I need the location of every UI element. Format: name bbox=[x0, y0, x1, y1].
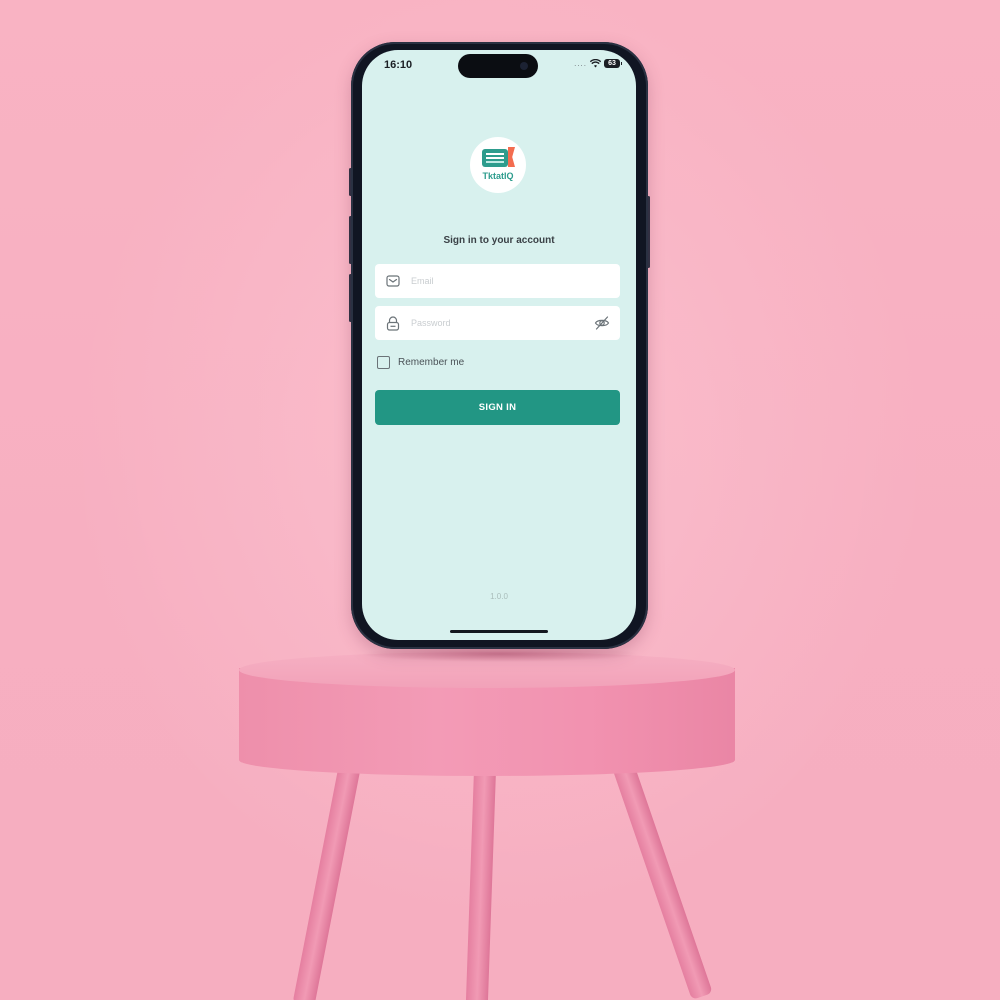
app-version: 1.0.0 bbox=[490, 592, 508, 601]
status-time: 16:10 bbox=[384, 59, 413, 71]
remember-label: Remember me bbox=[398, 357, 465, 368]
camera-icon bbox=[520, 62, 528, 70]
remember-checkbox[interactable] bbox=[377, 356, 390, 369]
password-input[interactable] bbox=[409, 317, 583, 329]
home-indicator[interactable] bbox=[450, 630, 548, 633]
battery-icon: 63 bbox=[604, 59, 622, 68]
phone-screen: 16:10 .... 63 TktatIQ Sign in to your ac… bbox=[362, 50, 636, 640]
status-indicators: .... 63 bbox=[574, 59, 622, 68]
email-input[interactable] bbox=[409, 275, 583, 287]
signal-icon: .... bbox=[574, 59, 587, 68]
password-field[interactable] bbox=[375, 306, 620, 340]
eye-off-icon[interactable] bbox=[594, 315, 610, 336]
mail-icon bbox=[385, 273, 401, 289]
page-title: Sign in to your account bbox=[443, 235, 555, 246]
remember-me[interactable]: Remember me bbox=[377, 356, 464, 369]
ticket-icon bbox=[482, 149, 508, 167]
flag-icon bbox=[508, 147, 515, 167]
lock-icon bbox=[385, 315, 401, 331]
wifi-icon bbox=[590, 59, 601, 68]
app-logo: TktatIQ bbox=[470, 137, 526, 193]
dynamic-island bbox=[458, 54, 538, 78]
email-field[interactable] bbox=[375, 264, 620, 298]
sign-in-button[interactable]: SIGN IN bbox=[375, 390, 620, 425]
logo-text: TktatIQ bbox=[482, 171, 514, 181]
